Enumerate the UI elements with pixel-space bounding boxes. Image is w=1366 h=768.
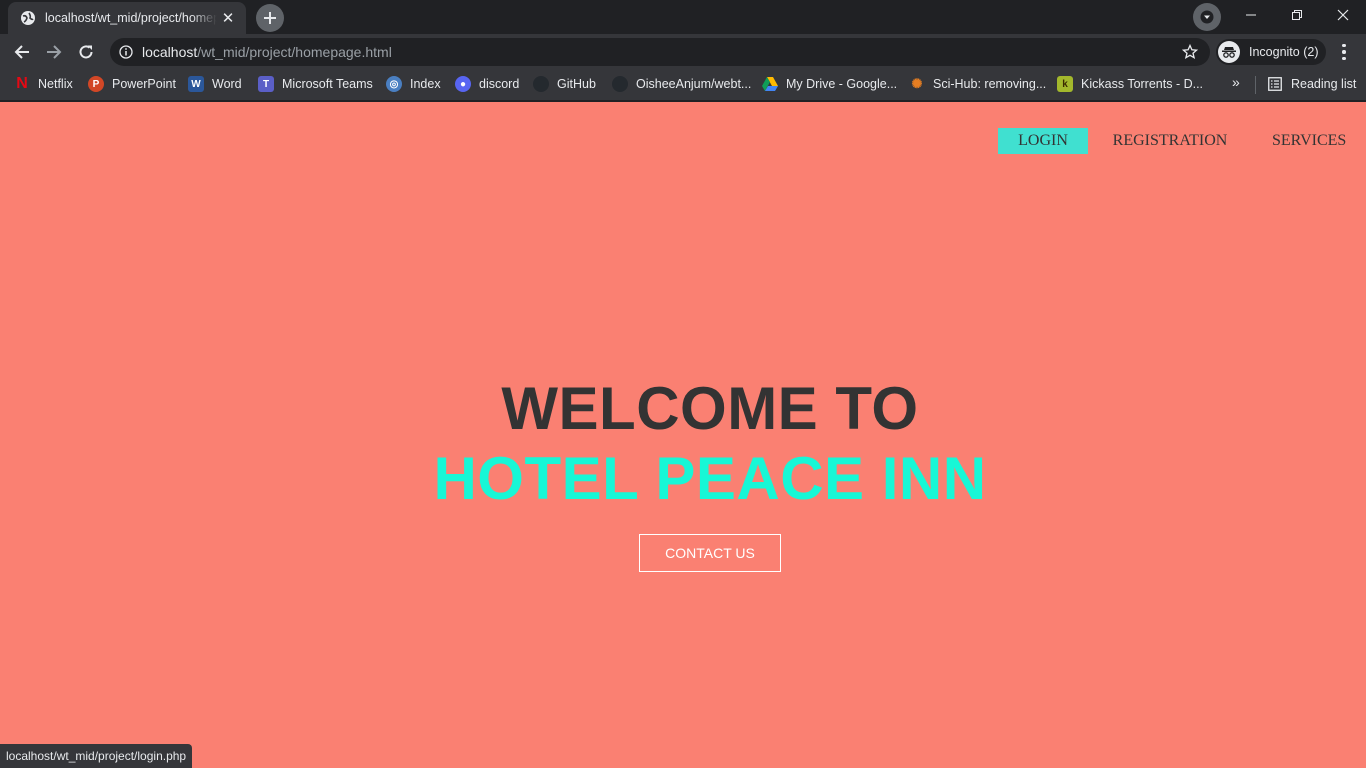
incognito-label: Incognito (2) — [1249, 45, 1319, 59]
bookmarks-overflow-button[interactable]: » — [1232, 74, 1240, 90]
minimize-icon — [1246, 14, 1256, 16]
incognito-icon — [1218, 41, 1240, 63]
bookmark-index[interactable]: ◎ Index — [386, 69, 441, 99]
hero-hotel-name: HOTEL PEACE INN — [433, 445, 987, 512]
bookmark-oisheeanjum[interactable]: OisheeAnjum/webt... — [612, 69, 751, 99]
index-icon: ◎ — [386, 76, 402, 92]
url-path: /wt_mid/project/homepage.html — [197, 44, 392, 60]
reading-list-label: Reading list — [1291, 77, 1357, 91]
bookmark-label: Sci-Hub: removing... — [933, 77, 1047, 91]
powerpoint-icon: P — [88, 76, 104, 92]
github-icon — [533, 76, 549, 92]
scihub-icon: ✺ — [911, 76, 923, 91]
bookmark-label: Word — [212, 77, 242, 91]
dot-icon — [1342, 56, 1346, 61]
browser-menu-button[interactable] — [1334, 40, 1354, 64]
nav-registration-link[interactable]: REGISTRATION — [1112, 128, 1228, 154]
teams-icon: T — [258, 76, 274, 92]
word-icon: W — [188, 76, 204, 92]
bookmark-label: My Drive - Google... — [786, 77, 898, 91]
restore-button[interactable] — [1274, 0, 1320, 30]
nav-services-link[interactable]: SERVICES — [1272, 128, 1346, 154]
bookmark-word[interactable]: W Word — [188, 69, 242, 99]
url-host: localhost — [142, 44, 198, 60]
kickass-icon: k — [1057, 76, 1073, 92]
bookmark-label: GitHub — [557, 77, 596, 91]
bookmark-label: Netflix — [38, 77, 73, 91]
arrow-right-icon — [47, 45, 62, 59]
bookmark-microsoft-teams[interactable]: T Microsoft Teams — [258, 69, 373, 99]
bookmark-label: Microsoft Teams — [282, 77, 373, 91]
page-content: LOGIN REGISTRATION SERVICES WELCOME TO H… — [0, 102, 1366, 768]
bookmark-label: discord — [479, 77, 520, 91]
arrow-left-icon — [14, 45, 29, 59]
chevron-down-icon — [1200, 10, 1214, 24]
github-icon — [612, 76, 628, 92]
info-icon[interactable] — [119, 45, 133, 59]
plus-icon — [264, 12, 276, 24]
bookmark-label: PowerPoint — [112, 77, 176, 91]
bookmark-github[interactable]: GitHub — [533, 69, 596, 99]
hero-welcome-heading: WELCOME TO — [501, 375, 919, 442]
nav-login-link[interactable]: LOGIN — [998, 128, 1088, 154]
dot-icon — [1342, 43, 1346, 48]
address-url: localhost/wt_mid/project/homepage.html — [142, 44, 392, 60]
minimize-button[interactable] — [1228, 0, 1274, 30]
bookmark-sci-hub[interactable]: ✺ Sci-Hub: removing... — [909, 69, 1047, 99]
netflix-icon: N — [16, 75, 28, 92]
google-drive-icon — [762, 76, 778, 92]
tab-title: localhost/wt_mid/project/homepage.html — [45, 11, 217, 25]
reload-icon — [79, 45, 93, 59]
bookmarks-bar: N Netflix P PowerPoint W Word T Microsof… — [0, 69, 1366, 101]
contact-us-button[interactable]: CONTACT US — [639, 534, 781, 572]
tab-close-icon[interactable]: ✕ — [220, 9, 236, 27]
bookmark-label: Index — [410, 77, 441, 91]
bookmark-netflix[interactable]: N Netflix — [14, 69, 73, 99]
browser-tab[interactable]: localhost/wt_mid/project/homepage.html ✕ — [8, 2, 246, 34]
status-bar-url: localhost/wt_mid/project/login.php — [0, 744, 193, 768]
discord-icon: ● — [455, 76, 471, 92]
bookmark-discord[interactable]: ● discord — [455, 69, 519, 99]
address-bar[interactable]: localhost/wt_mid/project/homepage.html — [110, 38, 1210, 66]
reading-list-icon — [1267, 76, 1283, 92]
tab-search-button[interactable] — [1193, 3, 1221, 31]
forward-button[interactable] — [41, 39, 67, 65]
bookmark-kickass[interactable]: k Kickass Torrents - D... — [1057, 69, 1203, 99]
close-window-button[interactable] — [1320, 0, 1366, 30]
close-icon — [1337, 9, 1349, 21]
back-button[interactable] — [9, 39, 35, 65]
reload-button[interactable] — [73, 39, 99, 65]
bookmark-google-drive[interactable]: My Drive - Google... — [762, 69, 897, 99]
reading-list-button[interactable]: Reading list — [1267, 69, 1356, 99]
bookmark-star-icon[interactable] — [1181, 43, 1199, 60]
dot-icon — [1342, 50, 1346, 54]
bookmark-label: OisheeAnjum/webt... — [636, 77, 752, 91]
bookmark-label: Kickass Torrents - D... — [1081, 77, 1204, 91]
tab-strip: localhost/wt_mid/project/homepage.html ✕ — [0, 0, 1366, 34]
bookmarks-divider — [1255, 76, 1256, 94]
restore-icon — [1292, 10, 1302, 20]
globe-icon — [20, 10, 36, 26]
new-tab-button[interactable] — [256, 4, 284, 32]
incognito-button[interactable]: Incognito (2) — [1216, 39, 1326, 65]
bookmark-powerpoint[interactable]: P PowerPoint — [88, 69, 176, 99]
